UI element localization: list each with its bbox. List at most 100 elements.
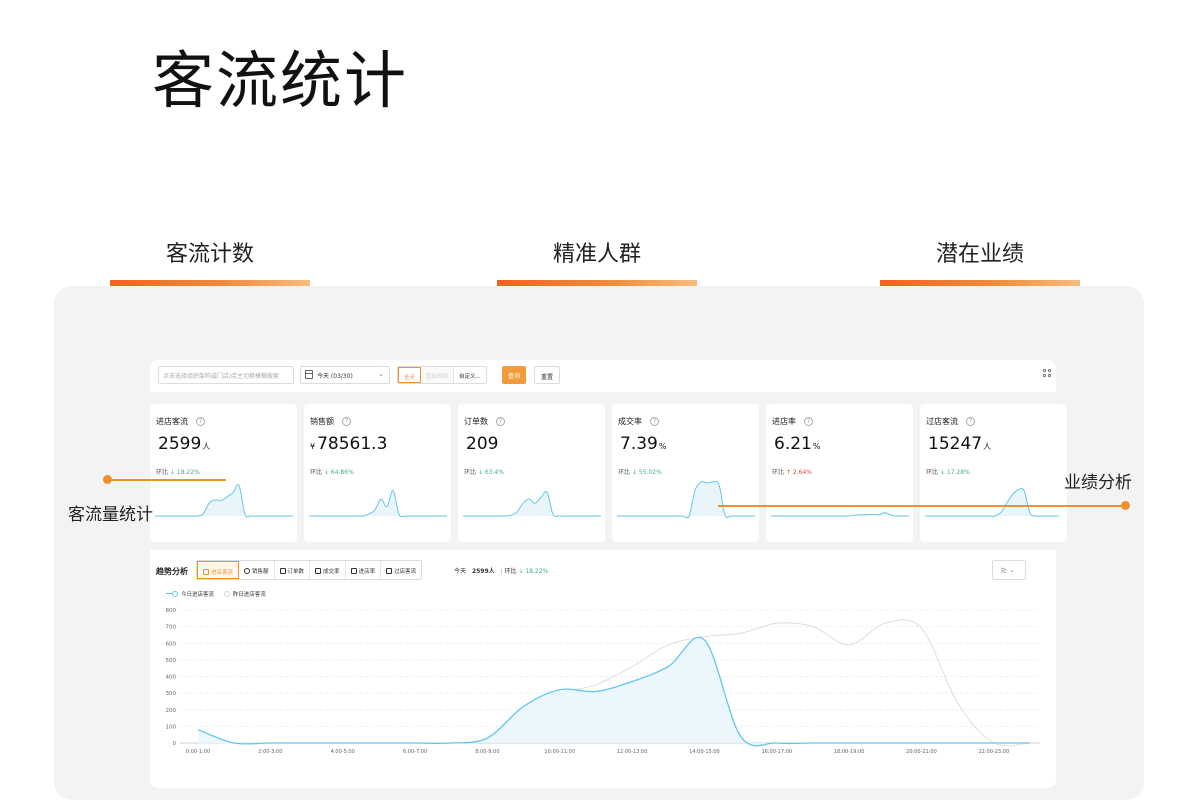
kpi-change: ↓ 17.28% (940, 469, 970, 476)
kpi-card-orders[interactable]: 订单数? 209 环比 ↓ 63.4% (458, 404, 605, 542)
summary-value: 2599人 (471, 568, 495, 575)
kpi-compare-label: 环比 (772, 469, 785, 476)
legend-yesterday[interactable]: 昨日进店客流 (223, 590, 266, 598)
filter-bar: 点击选择组织架构或门店/店主切换模糊搜索 今天 (03/30) ⌄ 全天 营业时… (150, 360, 1056, 392)
kpi-sparkline (770, 512, 909, 517)
sparkline-line (616, 480, 755, 519)
kpi-value-number: 6.21 (774, 434, 812, 454)
section-tab-precise-audience[interactable]: 精准人群 (497, 236, 697, 291)
help-icon[interactable]: ? (804, 417, 813, 426)
tab-passing-traffic[interactable]: 过店客流 (381, 561, 421, 579)
kpi-card-conversion-rate[interactable]: 成交率? 7.39% 环比 ↓ 55.02% (612, 404, 759, 542)
kpi-sparkline (924, 487, 1059, 517)
x-tick-label: 12:00-13:00 (617, 749, 648, 755)
help-icon[interactable]: ? (650, 417, 659, 426)
time-range-segment: 全天 营业时间 自定义... (397, 366, 487, 384)
callout-performance-analysis: 业绩分析 (1064, 473, 1132, 493)
kpi-compare: 环比 ↓ 55.02% (618, 467, 662, 476)
kpi-title-text: 销售额 (310, 417, 334, 426)
traffic-icon (203, 569, 209, 575)
trend-chart: 0 100 200 300 400 500 600 700 800 0:00-1:00 2:00-3… (166, 608, 1040, 755)
kpi-title-text: 过店客流 (926, 417, 958, 426)
kpi-change-value: 18.22% (176, 469, 200, 476)
callout-dot-right (1121, 501, 1130, 510)
kpi-sparkline (616, 480, 755, 519)
x-tick-label: 6:00-7:00 (403, 749, 427, 755)
kpi-compare-label: 环比 (464, 469, 477, 476)
kpi-sparkline (462, 491, 601, 518)
date-select[interactable]: 今天 (03/30) ⌄ (300, 366, 390, 384)
kpi-change-value: 17.28% (946, 469, 970, 476)
trend-metric-tabs: 进店客流 销售额 订单数 成交率 进店率 过店客流 (196, 560, 423, 580)
arrow-up-icon: ↑ (785, 469, 791, 476)
dashboard-window: 点击选择组织架构或门店/店主切换模糊搜索 今天 (03/30) ⌄ 全天 营业时… (150, 360, 1067, 788)
section-tab-traffic-count[interactable]: 客流计数 (110, 236, 310, 291)
y-tick-label: 700 (166, 625, 177, 631)
kpi-card-entry-rate[interactable]: 进店率? 6.21% 环比 ↑ 2.64% (766, 404, 913, 542)
orders-icon (279, 568, 286, 574)
help-icon[interactable]: ? (496, 417, 505, 426)
x-tick-label: 8:00-9:00 (475, 749, 499, 755)
kpi-value-number: 209 (466, 434, 499, 454)
legend-label: 昨日进店客流 (232, 592, 266, 598)
help-icon[interactable]: ? (966, 417, 975, 426)
kpi-title-text: 进店客流 (156, 417, 188, 426)
x-tick-label: 22:00-23:00 (979, 749, 1010, 755)
kpi-change: ↓ 18.22% (170, 469, 200, 476)
segment-all-day[interactable]: 全天 (398, 367, 422, 383)
y-tick-label: 300 (166, 691, 177, 697)
calendar-icon (305, 370, 313, 379)
tab-entry-rate[interactable]: 进店率 (346, 561, 382, 579)
tab-label: 订单数 (287, 569, 305, 575)
tab-conversion-rate[interactable]: 成交率 (310, 561, 346, 579)
kpi-card-passing-traffic[interactable]: 过店客流? 15247人 环比 ↓ 17.28% (920, 404, 1067, 542)
segment-business-hours[interactable]: 营业时间 (421, 367, 455, 383)
tab-store-traffic[interactable]: 进店客流 (197, 561, 240, 579)
kpi-value: 2599人 (156, 434, 210, 454)
x-tick-label: 0:00-1:00 (186, 749, 210, 755)
callout-line-left (108, 479, 226, 481)
store-search-input[interactable]: 点击选择组织架构或门店/店主切换模糊搜索 (158, 366, 294, 384)
x-tick-label: 10:00-11:00 (544, 749, 575, 755)
summary-divider: | (500, 568, 503, 575)
sparkline-line (924, 487, 1059, 517)
kpi-sparkline (154, 484, 293, 518)
kpi-unit: 人 (983, 442, 992, 451)
kpi-compare-label: 环比 (310, 469, 323, 476)
kpi-card-store-traffic[interactable]: 进店客流? 2599人 环比 ↓ 18.22% (150, 404, 297, 542)
x-tick-label: 2:00-3:00 (258, 749, 282, 755)
help-icon[interactable]: ? (196, 417, 205, 426)
kpi-title: 过店客流? (926, 416, 975, 427)
grid-layout-icon[interactable] (1043, 369, 1052, 378)
passing-icon (386, 568, 393, 574)
tab-label: 进店客流 (211, 570, 234, 576)
callout-line-right (718, 505, 1124, 507)
x-tick-label: 18:00-19:00 (834, 749, 865, 755)
tab-orders[interactable]: 订单数 (275, 561, 311, 579)
kpi-compare: 环比 ↓ 63.4% (464, 467, 504, 476)
arrow-down-icon: ↓ (631, 469, 637, 476)
legend-label: 今日进店客流 (181, 592, 215, 598)
page: 客流统计 客流计数 精准人群 潜在业绩 点击选择组织架构或门店/店主切换模糊搜索… (0, 0, 1200, 800)
chart-type-select[interactable]: ⊵ ⌄ (992, 560, 1026, 580)
arrow-down-icon: ↓ (169, 469, 175, 476)
chart-legend: 今日进店客流 昨日进店客流 (166, 590, 274, 598)
segment-custom[interactable]: 自定义... (454, 367, 486, 383)
y-tick-label: 200 (166, 708, 177, 714)
conversion-icon (315, 568, 322, 574)
section-tab-label: 精准人群 (552, 242, 641, 267)
query-button[interactable]: 查询 (502, 366, 527, 384)
tab-label: 进店率 (358, 569, 376, 575)
section-tab-potential-performance[interactable]: 潜在业绩 (880, 236, 1080, 291)
legend-today[interactable]: 今日进店客流 (166, 590, 214, 598)
kpi-card-sales[interactable]: 销售额? ¥78561.3 环比 ↓ 64.86% (304, 404, 451, 542)
reset-button[interactable]: 重置 (534, 366, 561, 384)
y-tick-label: 100 (166, 724, 177, 730)
kpi-title: 成交率? (618, 416, 659, 427)
help-icon[interactable]: ? (342, 417, 351, 426)
chevron-down-icon: ⌄ (378, 370, 384, 378)
legend-marker (172, 591, 178, 597)
tab-sales[interactable]: 销售额 (239, 561, 275, 579)
kpi-compare-label: 环比 (926, 469, 939, 476)
kpi-unit: 人 (202, 442, 211, 451)
